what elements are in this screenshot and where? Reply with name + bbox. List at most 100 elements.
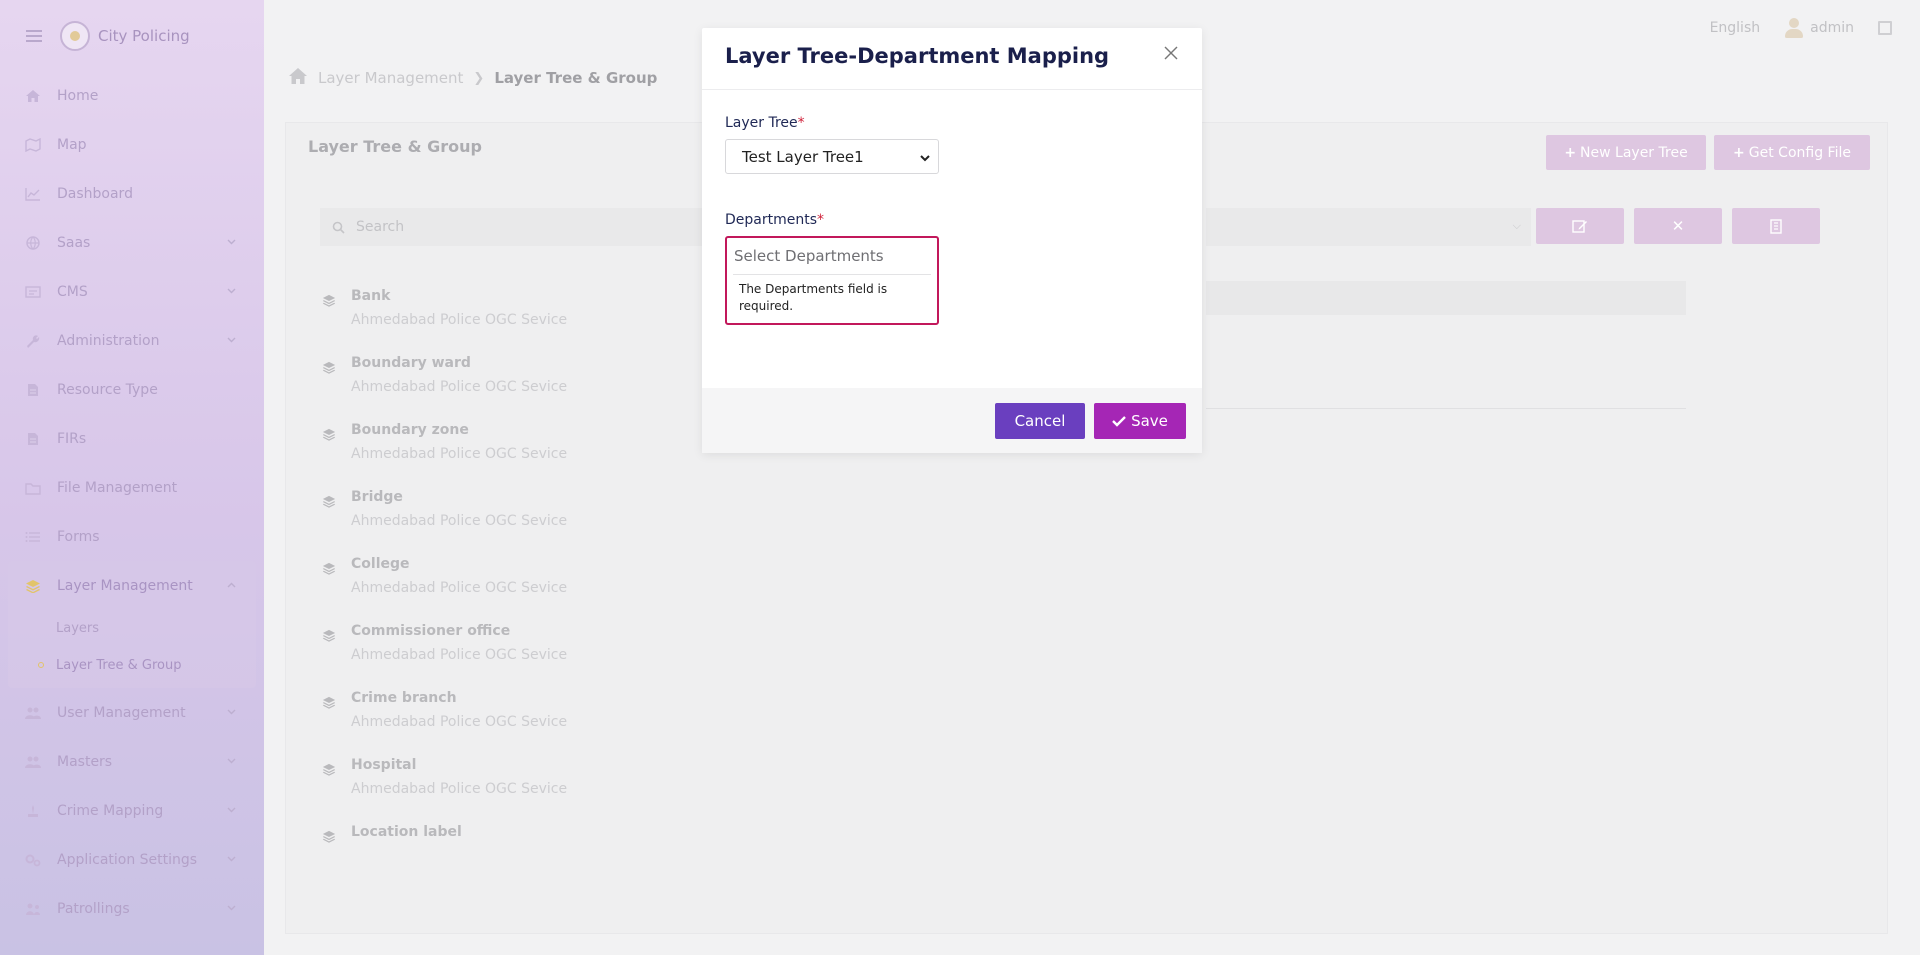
edit-icon (1572, 220, 1587, 233)
layer-name: Bank (351, 288, 391, 304)
sidebar-item-file-management[interactable]: File Management (0, 463, 264, 512)
layer-name: Bridge (351, 489, 403, 505)
get-config-file-button[interactable]: + Get Config File (1714, 135, 1870, 170)
sidebar-subitem-label: Layers (56, 621, 100, 636)
save-label: Save (1131, 412, 1168, 430)
users-icon (24, 706, 42, 720)
get-config-file-label: Get Config File (1748, 144, 1851, 161)
chevron-down-icon (227, 707, 236, 718)
search-box[interactable]: Search (320, 208, 720, 246)
patrol-icon (24, 902, 42, 916)
sidebar-item-label: Patrollings (57, 900, 130, 917)
sidebar-item-application-settings[interactable]: Application Settings (0, 835, 264, 884)
delete-button[interactable]: ✕ (1634, 208, 1722, 244)
cms-icon (24, 285, 42, 299)
sidebar-item-home[interactable]: Home (0, 71, 264, 120)
check-icon (1112, 416, 1126, 427)
gears-icon (24, 853, 42, 867)
layers-icon (322, 427, 336, 441)
layers-icon (322, 293, 336, 307)
chevron-down-icon: ⌵ (1512, 219, 1521, 232)
chevron-up-icon (227, 580, 236, 591)
sidebar: City Policing Home Map Dashboard Saas CMS Adm… (0, 0, 264, 955)
departments-label-text: Departments (725, 212, 818, 228)
sidebar-item-saas[interactable]: Saas (0, 218, 264, 267)
language-selector[interactable]: English (1710, 20, 1761, 36)
layer-service: Ahmedabad Police OGC Sevice (351, 446, 568, 462)
layer-service: Ahmedabad Police OGC Sevice (351, 714, 568, 730)
save-button[interactable]: Save (1094, 403, 1186, 439)
departments-multiselect[interactable]: Select Departments The Departments field… (725, 236, 939, 325)
divider (1206, 408, 1686, 409)
brand: City Policing (26, 20, 190, 52)
divider (733, 274, 931, 275)
search-placeholder: Search (356, 219, 405, 235)
departments-error-message: The Departments field is required. (739, 282, 888, 313)
chevron-down-icon (227, 903, 236, 914)
app-name: City Policing (98, 27, 190, 45)
sidebar-item-administration[interactable]: Administration (0, 316, 264, 365)
layers-icon (322, 561, 336, 575)
chevron-down-icon (227, 237, 236, 248)
sidebar-item-resource-type[interactable]: Resource Type (0, 365, 264, 414)
folder-icon (24, 481, 42, 495)
sidebar-item-label: Saas (57, 234, 91, 251)
layers-icon (322, 695, 336, 709)
layer-service: Ahmedabad Police OGC Sevice (351, 379, 568, 395)
home-icon[interactable] (288, 67, 308, 89)
sidebar-item-label: Home (57, 87, 99, 104)
departments-placeholder: Select Departments (734, 247, 884, 265)
fullscreen-icon[interactable] (1878, 21, 1892, 35)
chevron-down-icon (227, 756, 236, 767)
sidebar-item-firs[interactable]: FIRs (0, 414, 264, 463)
sidebar-item-dashboard[interactable]: Dashboard (0, 169, 264, 218)
layer-name: Boundary zone (351, 422, 469, 438)
sidebar-item-crime-mapping[interactable]: Crime Mapping (0, 786, 264, 835)
chevron-down-icon (919, 150, 931, 168)
layers-icon (322, 360, 336, 374)
close-icon[interactable] (1162, 44, 1180, 62)
building-icon (1770, 218, 1782, 234)
sidebar-item-label: CMS (57, 283, 88, 300)
layers-icon (24, 579, 42, 593)
plus-icon: + (1733, 144, 1745, 161)
sidebar-item-label: User Management (57, 704, 186, 721)
sidebar-item-layer-management[interactable]: Layer Management (8, 561, 256, 610)
modal-header: Layer Tree-Department Mapping (702, 28, 1202, 90)
sidebar-item-map[interactable]: Map (0, 120, 264, 169)
departments-label: Departments* (725, 212, 824, 228)
layer-tree-value: Test Layer Tree1 (742, 147, 864, 166)
card-title: Layer Tree & Group (308, 137, 482, 156)
menu-toggle-icon[interactable] (26, 30, 42, 42)
modal-title: Layer Tree-Department Mapping (725, 44, 1110, 68)
sidebar-item-cms[interactable]: CMS (0, 267, 264, 316)
new-layer-tree-button[interactable]: + New Layer Tree (1546, 135, 1706, 170)
layer-service: Ahmedabad Police OGC Sevice (351, 312, 568, 328)
plus-icon: + (1564, 144, 1577, 161)
layers-icon (322, 762, 336, 776)
required-mark: * (797, 115, 805, 131)
sidebar-item-patrollings[interactable]: Patrollings (0, 884, 264, 933)
layer-name: Boundary ward (351, 355, 471, 371)
layer-tree-label: Layer Tree* (725, 115, 805, 131)
layer-name: Hospital (351, 757, 417, 773)
sidebar-item-forms[interactable]: Forms (0, 512, 264, 561)
layer-tree-select[interactable]: Test Layer Tree1 (725, 139, 939, 174)
sidebar-subitem-layer-tree-group[interactable]: Layer Tree & Group (8, 647, 256, 684)
user-menu[interactable]: admin (1784, 17, 1854, 39)
breadcrumb-parent[interactable]: Layer Management (318, 69, 463, 87)
tree-header-bar (1206, 281, 1686, 315)
sidebar-item-masters[interactable]: Masters (0, 737, 264, 786)
sidebar-item-user-management[interactable]: User Management (0, 688, 264, 737)
sidebar-subitem-layers[interactable]: Layers (8, 610, 256, 647)
avatar (1784, 17, 1804, 39)
crime-icon (24, 804, 42, 818)
edit-button[interactable] (1536, 208, 1624, 244)
mapping-button[interactable] (1732, 208, 1820, 244)
layer-service: Ahmedabad Police OGC Sevice (351, 580, 568, 596)
chevron-down-icon (227, 286, 236, 297)
sidebar-subitem-label: Layer Tree & Group (56, 658, 182, 673)
sidebar-item-label: Forms (57, 528, 100, 545)
cancel-button[interactable]: Cancel (995, 403, 1085, 439)
layer-tree-select[interactable]: ⌵ (1206, 208, 1531, 246)
